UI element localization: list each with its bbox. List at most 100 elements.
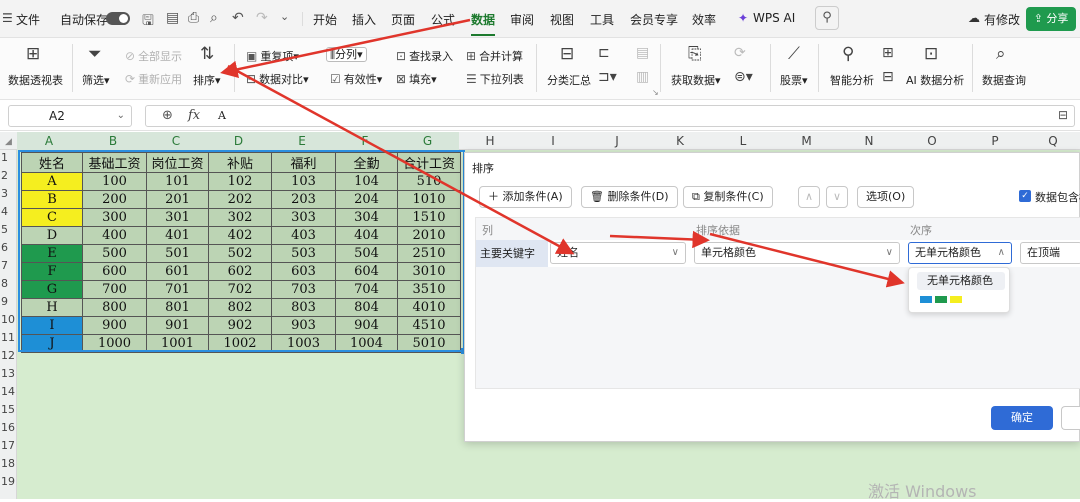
- column-header[interactable]: H: [459, 132, 521, 150]
- value-cell[interactable]: 103: [271, 172, 336, 191]
- row-header[interactable]: 2: [0, 169, 17, 182]
- name-cell[interactable]: B: [21, 190, 83, 209]
- value-cell[interactable]: 304: [335, 208, 398, 227]
- value-cell[interactable]: 104: [335, 172, 398, 191]
- column-header[interactable]: O: [900, 132, 964, 150]
- duplicates-button[interactable]: ▣ 重复项▾: [246, 48, 299, 64]
- row-header[interactable]: 8: [0, 277, 17, 290]
- table-analysis-icon[interactable]: ⊟: [882, 70, 894, 84]
- blue-swatch-option[interactable]: [920, 296, 932, 303]
- column-header[interactable]: P: [964, 132, 1026, 150]
- get-data-button[interactable]: 获取数据▾: [671, 72, 721, 88]
- row-header[interactable]: 3: [0, 187, 17, 200]
- value-cell[interactable]: 201: [146, 190, 209, 209]
- move-down-button[interactable]: ∨: [826, 186, 848, 208]
- value-cell[interactable]: 1001: [146, 334, 209, 353]
- find-entry-button[interactable]: ⊡ 查找录入: [396, 48, 453, 64]
- row-header[interactable]: 15: [0, 403, 17, 416]
- value-cell[interactable]: 901: [146, 316, 209, 335]
- value-cell[interactable]: 1510: [397, 208, 461, 227]
- column-header[interactable]: Q: [1026, 132, 1080, 150]
- refresh-icon[interactable]: ⟳: [734, 46, 746, 60]
- header-cell[interactable]: 基础工资: [82, 152, 147, 173]
- row-header[interactable]: 10: [0, 313, 17, 326]
- value-cell[interactable]: 502: [208, 244, 272, 263]
- value-cell[interactable]: 404: [335, 226, 398, 245]
- save-icon[interactable]: 🖫: [142, 10, 154, 34]
- fill-button[interactable]: ⊠ 填充▾: [396, 71, 437, 87]
- add-condition-button[interactable]: ＋ 添加条件(A): [479, 186, 572, 208]
- chevron-down-icon[interactable]: ⌄: [117, 106, 125, 126]
- hide-detail-icon[interactable]: ▥: [636, 70, 649, 84]
- tab-tools[interactable]: 工具: [590, 11, 614, 28]
- search-icon[interactable]: ⚲: [815, 6, 839, 30]
- modified-status[interactable]: 有修改: [984, 11, 1020, 28]
- formula-input[interactable]: ⊕ fx A ⊟: [145, 105, 1075, 127]
- header-cell[interactable]: 福利: [271, 152, 336, 173]
- ok-button[interactable]: 确定: [991, 406, 1053, 430]
- value-cell[interactable]: 703: [271, 280, 336, 299]
- value-cell[interactable]: 401: [146, 226, 209, 245]
- value-cell[interactable]: 100: [82, 172, 147, 191]
- value-cell[interactable]: 701: [146, 280, 209, 299]
- expand-formula-icon[interactable]: ⊟: [1058, 108, 1068, 122]
- value-cell[interactable]: 802: [208, 298, 272, 317]
- tab-data[interactable]: 数据: [471, 11, 496, 36]
- column-header[interactable]: C: [145, 132, 207, 150]
- cancel-button[interactable]: [1061, 406, 1080, 430]
- group-icon[interactable]: ⊏: [598, 46, 610, 60]
- print-preview-icon[interactable]: ⌕: [210, 10, 218, 26]
- value-cell[interactable]: 5010: [397, 334, 461, 353]
- redo-icon[interactable]: ↷: [256, 10, 268, 26]
- row-header[interactable]: 18: [0, 457, 17, 470]
- value-cell[interactable]: 200: [82, 190, 147, 209]
- name-cell[interactable]: D: [21, 226, 83, 245]
- value-cell[interactable]: 903: [271, 316, 336, 335]
- move-up-button[interactable]: ∧: [798, 186, 820, 208]
- chevron-down-icon[interactable]: ⌄: [280, 10, 289, 23]
- select-all-corner[interactable]: ◢: [0, 132, 17, 150]
- fx-icon[interactable]: fx: [188, 108, 200, 123]
- name-cell[interactable]: A: [21, 172, 83, 191]
- value-cell[interactable]: 503: [271, 244, 336, 263]
- no-cell-color-option[interactable]: 无单元格颜色: [917, 272, 1005, 290]
- value-cell[interactable]: 803: [271, 298, 336, 317]
- name-cell[interactable]: I: [21, 316, 83, 335]
- header-cell[interactable]: 全勤: [335, 152, 398, 173]
- tab-review[interactable]: 审阅: [510, 11, 534, 28]
- column-header[interactable]: N: [838, 132, 900, 150]
- row-header[interactable]: 17: [0, 439, 17, 452]
- value-cell[interactable]: 604: [335, 262, 398, 281]
- value-cell[interactable]: 2010: [397, 226, 461, 245]
- column-header[interactable]: M: [775, 132, 838, 150]
- value-cell[interactable]: 302: [208, 208, 272, 227]
- header-cell[interactable]: 姓名: [21, 152, 83, 173]
- tab-view[interactable]: 视图: [550, 11, 574, 28]
- column-header[interactable]: B: [81, 132, 145, 150]
- row-header[interactable]: 16: [0, 421, 17, 434]
- value-cell[interactable]: 600: [82, 262, 147, 281]
- options-button[interactable]: 选项(O): [857, 186, 915, 208]
- row-header[interactable]: 5: [0, 223, 17, 236]
- data-compare-button[interactable]: ⊟ 数据对比▾: [246, 71, 309, 87]
- value-cell[interactable]: 1000: [82, 334, 147, 353]
- row-header[interactable]: 19: [0, 475, 17, 488]
- share-button[interactable]: ⇪ 分享: [1026, 7, 1076, 31]
- value-cell[interactable]: 603: [271, 262, 336, 281]
- value-cell[interactable]: 3010: [397, 262, 461, 281]
- dropdown-list-button[interactable]: ☰ 下拉列表: [466, 71, 524, 87]
- row-header[interactable]: 1: [0, 151, 17, 164]
- value-cell[interactable]: 904: [335, 316, 398, 335]
- column-header[interactable]: I: [521, 132, 585, 150]
- delete-condition-button[interactable]: 🗑 删除条件(D): [581, 186, 678, 208]
- header-cell[interactable]: 岗位工资: [146, 152, 209, 173]
- file-menu[interactable]: 文件: [16, 11, 40, 28]
- value-cell[interactable]: 3510: [397, 280, 461, 299]
- value-cell[interactable]: 804: [335, 298, 398, 317]
- name-cell[interactable]: C: [21, 208, 83, 227]
- link-icon[interactable]: ⊜▾: [734, 70, 753, 84]
- value-cell[interactable]: 400: [82, 226, 147, 245]
- value-cell[interactable]: 301: [146, 208, 209, 227]
- reapply-button[interactable]: ⟳ 重新应用: [125, 71, 182, 87]
- value-cell[interactable]: 504: [335, 244, 398, 263]
